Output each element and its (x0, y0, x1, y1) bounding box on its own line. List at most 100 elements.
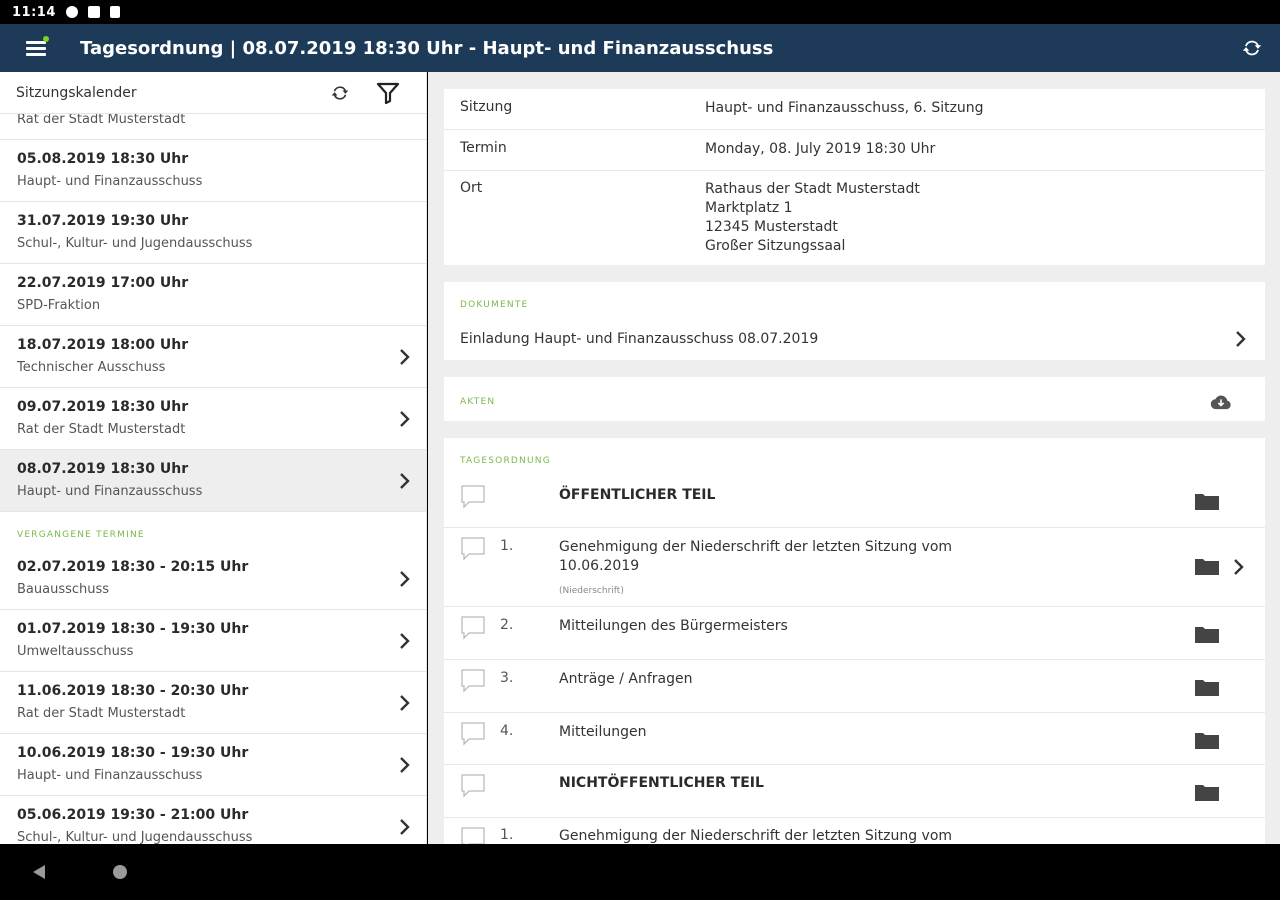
agenda-item-title: NICHTÖFFENTLICHER TEIL (559, 775, 764, 791)
meeting-item-selected[interactable]: 08.07.2019 18:30 Uhr Haupt- und Finanzau… (0, 450, 426, 512)
document-title: Einladung Haupt- und Finanzausschuss 08.… (460, 331, 819, 347)
meeting-committee: Haupt- und Finanzausschuss (17, 484, 203, 499)
comment-icon[interactable] (460, 721, 486, 747)
page-title: Tagesordnung | 08.07.2019 18:30 Uhr - Ha… (80, 37, 774, 59)
meeting-item[interactable]: 05.08.2019 18:30 Uhr Haupt- und Finanzau… (0, 140, 426, 202)
back-icon[interactable] (33, 865, 45, 879)
meeting-item[interactable]: 09.07.2019 18:30 Uhr Rat der Stadt Muste… (0, 388, 426, 450)
cloud-download-icon[interactable] (1210, 394, 1232, 410)
refresh-icon (1242, 40, 1262, 56)
info-row-sitzung: Sitzung Haupt- und Finanzausschuss, 6. S… (444, 89, 1265, 130)
meeting-committee: Bauausschuss (17, 582, 110, 597)
status-bar: 11:14 (0, 0, 1280, 844)
refresh-button[interactable] (1224, 24, 1280, 72)
agenda-item-title: Mitteilungen des Bürgermeisters (559, 618, 788, 634)
past-meetings-label: VERGANGENE TERMINE (17, 530, 145, 540)
meeting-committee: Rat der Stadt Musterstadt (17, 422, 186, 437)
meeting-committee: Haupt- und Finanzausschuss (17, 768, 203, 783)
agenda-item[interactable]: ÖFFENTLICHER TEIL (444, 474, 1265, 528)
chevron-right-icon (400, 571, 410, 587)
files-card: AKTEN (444, 377, 1265, 421)
comment-icon[interactable] (460, 615, 486, 641)
calendar-title: Sitzungskalender (16, 84, 137, 101)
meeting-item[interactable]: 22.07.2019 17:00 Uhr SPD-Fraktion (0, 264, 426, 326)
agenda-item[interactable]: 1. Genehmigung der Niederschrift der let… (444, 528, 1265, 607)
info-value: Haupt- und Finanzausschuss, 6. Sitzung (705, 100, 984, 116)
agenda-detail-panel: Sitzung Haupt- und Finanzausschuss, 6. S… (428, 72, 1280, 844)
filter-icon[interactable] (376, 81, 400, 105)
chevron-right-icon (400, 819, 410, 835)
home-icon[interactable] (113, 865, 127, 879)
app-bar: Tagesordnung | 08.07.2019 18:30 Uhr - Ha… (0, 24, 1280, 72)
meeting-item[interactable]: 02.07.2019 18:30 - 20:15 Uhr Bauausschus… (0, 548, 426, 610)
folder-icon[interactable] (1194, 491, 1220, 511)
settings-status-icon (65, 6, 78, 18)
meeting-item[interactable]: 31.07.2019 19:30 Uhr Schul-, Kultur- und… (0, 202, 426, 264)
agenda-item-title: Genehmigung der Niederschrift der letzte… (559, 539, 953, 574)
agenda-item-number: 1. (500, 827, 514, 843)
meeting-item[interactable]: 11.06.2019 18:30 - 20:30 Uhr Rat der Sta… (0, 672, 426, 734)
meeting-item[interactable]: 05.06.2019 19:30 - 21:00 Uhr Schul-, Kul… (0, 796, 426, 844)
meeting-committee: Schul-, Kultur- und Jugendausschuss (17, 830, 253, 844)
meeting-date: 10.06.2019 18:30 - 19:30 Uhr (17, 745, 249, 761)
address-line: Großer Sitzungssaal (705, 238, 846, 254)
chevron-right-icon (1236, 331, 1246, 347)
hamburger-icon (26, 40, 46, 56)
comment-icon[interactable] (460, 536, 486, 562)
address-line: Rathaus der Stadt Musterstadt (705, 181, 920, 197)
chevron-right-icon (400, 473, 410, 489)
agenda-item[interactable]: 3. Anträge / Anfragen (444, 660, 1265, 713)
folder-icon[interactable] (1194, 677, 1220, 697)
meeting-item[interactable]: 18.07.2019 18:00 Uhr Technischer Ausschu… (0, 326, 426, 388)
meeting-item[interactable]: 10.06.2019 18:30 - 19:30 Uhr Haupt- und … (0, 734, 426, 796)
meeting-committee: Rat der Stadt Musterstadt (17, 706, 186, 721)
folder-icon[interactable] (1194, 782, 1220, 802)
meeting-committee: Haupt- und Finanzausschuss (17, 174, 203, 189)
menu-button[interactable] (0, 24, 72, 72)
notification-dot (43, 36, 49, 42)
list-item-partial[interactable]: Rat der Stadt Musterstadt (0, 112, 426, 140)
notification-status-icon (87, 6, 100, 18)
address-line: 12345 Musterstadt (705, 219, 838, 235)
system-navigation-bar (0, 844, 1280, 900)
folder-icon[interactable] (1194, 556, 1220, 576)
comment-icon[interactable] (460, 826, 486, 844)
agenda-card: TAGESORDNUNG ÖFFENTLICHER TEIL 1. Genehm… (444, 438, 1265, 844)
chevron-right-icon (400, 695, 410, 711)
files-label: AKTEN (460, 397, 496, 407)
agenda-item[interactable]: 1. Genehmigung der Niederschrift der let… (444, 818, 1265, 844)
folder-icon[interactable] (1194, 624, 1220, 644)
meeting-date: 11.06.2019 18:30 - 20:30 Uhr (17, 683, 249, 699)
folder-icon[interactable] (1194, 730, 1220, 750)
agenda-item[interactable]: 4. Mitteilungen (444, 713, 1265, 765)
agenda-item[interactable]: NICHTÖFFENTLICHER TEIL (444, 765, 1265, 818)
comment-icon[interactable] (460, 668, 486, 694)
calendar-header: Sitzungskalender (0, 72, 426, 114)
meeting-item[interactable]: 01.07.2019 18:30 - 19:30 Uhr Umweltaussc… (0, 610, 426, 672)
agenda-item-title: ÖFFENTLICHER TEIL (559, 487, 716, 503)
chevron-right-icon (400, 349, 410, 365)
agenda-item-number: 1. (500, 538, 514, 554)
sync-icon[interactable] (330, 83, 350, 103)
document-item[interactable]: Einladung Haupt- und Finanzausschuss 08.… (444, 324, 1265, 354)
agenda-label: TAGESORDNUNG (460, 456, 551, 466)
meeting-info-card: Sitzung Haupt- und Finanzausschuss, 6. S… (444, 89, 1265, 265)
comment-icon[interactable] (460, 484, 486, 510)
agenda-item-subtitle: (Niederschrift) (559, 586, 624, 596)
list-item-subtitle: Rat der Stadt Musterstadt (17, 112, 186, 127)
info-label: Ort (460, 180, 483, 196)
address-line: Marktplatz 1 (705, 200, 793, 216)
meeting-date: 02.07.2019 18:30 - 20:15 Uhr (17, 559, 249, 575)
meeting-committee: Technischer Ausschuss (17, 360, 166, 375)
meeting-committee: SPD-Fraktion (17, 298, 101, 313)
meeting-committee: Umweltausschuss (17, 644, 134, 659)
meeting-calendar-panel: Sitzungskalender Rat der Stadt Mustersta… (0, 72, 427, 844)
documents-label: DOKUMENTE (460, 300, 529, 310)
agenda-item[interactable]: 2. Mitteilungen des Bürgermeisters (444, 607, 1265, 660)
comment-icon[interactable] (460, 773, 486, 799)
documents-card: DOKUMENTE Einladung Haupt- und Finanzaus… (444, 282, 1265, 360)
meeting-date: 22.07.2019 17:00 Uhr (17, 275, 189, 291)
meeting-date: 31.07.2019 19:30 Uhr (17, 213, 189, 229)
meeting-date: 09.07.2019 18:30 Uhr (17, 399, 189, 415)
sd-card-status-icon (109, 6, 120, 18)
